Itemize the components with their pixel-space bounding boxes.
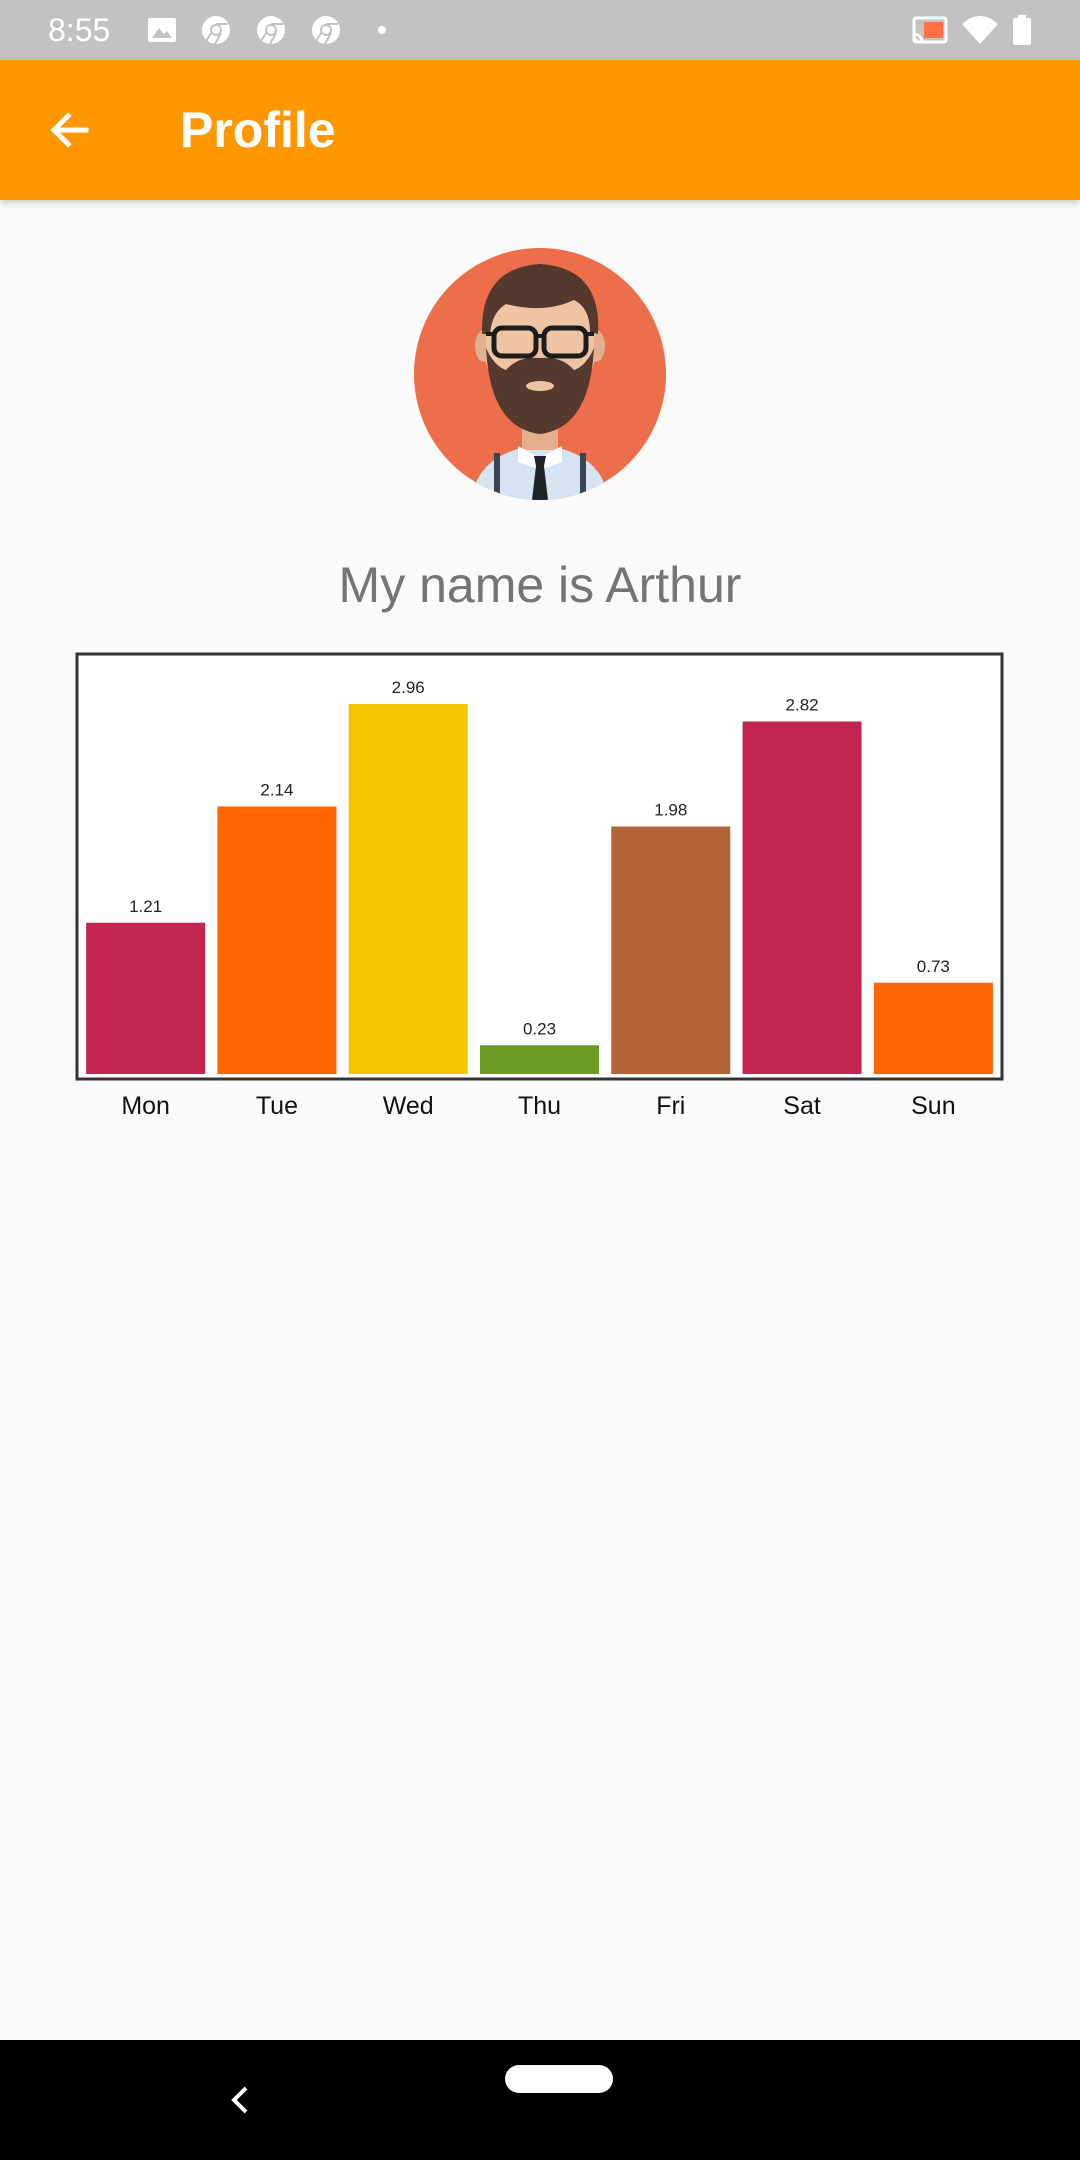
profile-name: My name is Arthur	[338, 557, 742, 613]
x-tick-label-mon: Mon	[121, 1092, 170, 1120]
x-tick-label-sat: Sat	[783, 1092, 821, 1120]
value-label-fri: 1.98	[654, 801, 687, 820]
x-tick-label-sun: Sun	[911, 1092, 955, 1120]
bar-tue[interactable]	[217, 806, 337, 1075]
app-bar: Profile	[0, 60, 1080, 200]
arrow-back-icon	[50, 112, 89, 148]
back-button[interactable]	[30, 90, 110, 170]
value-label-sun: 0.73	[917, 957, 950, 976]
bar-mon[interactable]	[86, 922, 206, 1074]
value-label-tue: 2.14	[260, 781, 293, 800]
chrome-icon	[200, 14, 232, 46]
bar-sun[interactable]	[873, 982, 993, 1074]
image-icon	[146, 14, 178, 46]
bar-wed[interactable]	[348, 704, 468, 1074]
bearded-man-avatar-icon	[414, 248, 666, 500]
page-title: Profile	[180, 102, 336, 158]
x-labels-group: Mon Tue Wed Thu Fri Sat Sun	[121, 1092, 955, 1120]
bar-sat[interactable]	[742, 721, 862, 1075]
bar-thu[interactable]	[480, 1045, 599, 1074]
x-tick-label-thu: Thu	[518, 1092, 561, 1120]
nav-back-icon	[231, 2086, 248, 2114]
value-label-sat: 2.82	[786, 696, 819, 715]
nav-back-button[interactable]	[216, 2076, 264, 2124]
cast-icon	[912, 14, 950, 46]
x-tick-label-fri: Fri	[656, 1092, 685, 1120]
nav-home-button[interactable]	[505, 2065, 613, 2093]
value-label-thu: 0.23	[523, 1019, 556, 1038]
navigation-bar	[0, 2040, 1080, 2160]
bar-fri[interactable]	[611, 826, 731, 1075]
battery-icon	[1010, 14, 1034, 46]
status-bar: 8:55	[0, 0, 1080, 60]
chrome-icon	[255, 14, 287, 46]
status-time: 8:55	[48, 12, 111, 48]
dot-icon	[366, 14, 398, 46]
avatar	[414, 248, 666, 500]
x-tick-label-tue: Tue	[256, 1092, 298, 1120]
value-label-wed: 2.96	[392, 678, 425, 697]
chrome-icon	[310, 14, 342, 46]
value-label-mon: 1.21	[129, 897, 162, 916]
chart-frame	[75, 652, 1004, 1081]
x-tick-label-wed: Wed	[383, 1092, 434, 1120]
wifi-icon	[960, 14, 1000, 46]
profile-screen: 8:55 Profile My name is Arthur 1.21 2.14…	[0, 0, 1080, 2160]
